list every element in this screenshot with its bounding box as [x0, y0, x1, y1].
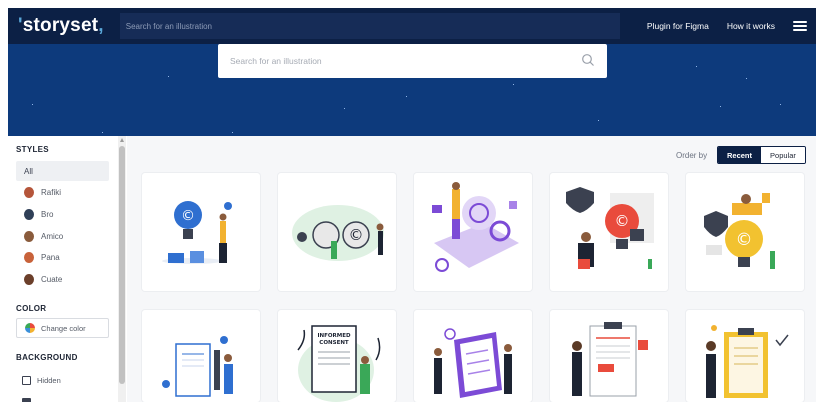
- background-icon: [22, 398, 31, 402]
- illustration-card[interactable]: [550, 310, 668, 402]
- style-label: Bro: [41, 209, 54, 219]
- illustration-card[interactable]: [142, 310, 260, 402]
- style-bro[interactable]: Bro: [16, 204, 109, 224]
- logo[interactable]: 'storyset,: [18, 15, 104, 37]
- illustration-card[interactable]: ©: [686, 173, 804, 291]
- document-review-illustration: [572, 322, 648, 397]
- hidden-background-icon: [22, 376, 31, 385]
- style-cuate[interactable]: Cuate: [16, 269, 109, 289]
- svg-text:CONSENT: CONSENT: [319, 340, 349, 346]
- illustration-card[interactable]: [414, 173, 532, 291]
- copyright-bulb-illustration: ©: [162, 201, 232, 264]
- illustration-card[interactable]: [414, 310, 532, 402]
- copyright-lock-illustration: ©: [566, 187, 654, 269]
- app-frame: 'storyset, Search for an illustration Pl…: [0, 0, 819, 402]
- illustration-card[interactable]: INFORMED CONSENT: [278, 310, 396, 402]
- hero-banner: Search for an illustration: [8, 44, 816, 136]
- copyright-security-illustration: ©: [704, 193, 775, 269]
- style-label: All: [24, 166, 33, 176]
- illustration-card[interactable]: ©: [142, 173, 260, 291]
- style-label: Rafiki: [41, 187, 62, 197]
- style-pana[interactable]: Pana: [16, 247, 109, 267]
- signed-contract-illustration: [706, 325, 789, 398]
- style-label: Cuate: [41, 274, 63, 284]
- informed-consent-illustration: INFORMED CONSENT: [297, 325, 381, 402]
- background-hidden-label: Hidden: [37, 376, 61, 385]
- hero-search-input[interactable]: Search for an illustration: [218, 44, 607, 78]
- color-palette-icon: [25, 323, 35, 333]
- background-option-2[interactable]: [22, 398, 37, 402]
- change-color-label: Change color: [41, 323, 86, 333]
- pana-avatar-icon: [24, 251, 34, 263]
- scroll-up-arrow-icon[interactable]: [120, 138, 124, 142]
- bro-avatar-icon: [24, 208, 34, 220]
- intellectual-property-illustration: [432, 182, 519, 272]
- background-hidden-option[interactable]: Hidden: [22, 376, 61, 385]
- nav-search-placeholder: Search for an illustration: [125, 21, 212, 31]
- order-recent-button[interactable]: Recent: [718, 147, 762, 163]
- nav-search-input[interactable]: Search for an illustration: [119, 13, 620, 39]
- svg-text:©: ©: [615, 212, 630, 230]
- menu-icon[interactable]: [793, 21, 807, 31]
- style-label: Pana: [41, 252, 60, 262]
- change-color-button[interactable]: Change color: [16, 318, 109, 338]
- svg-text:©: ©: [736, 230, 753, 250]
- order-toggle: Recent Popular: [717, 146, 806, 164]
- background-heading: BACKGROUND: [16, 353, 78, 362]
- top-nav: 'storyset, Search for an illustration Pl…: [8, 8, 816, 44]
- rafiki-avatar-icon: [24, 186, 34, 198]
- nav-link-how-it-works[interactable]: How it works: [727, 21, 775, 31]
- order-popular-button[interactable]: Popular: [761, 147, 805, 163]
- svg-text:INFORMED: INFORMED: [317, 333, 351, 339]
- color-heading: COLOR: [16, 304, 47, 313]
- amico-avatar-icon: [24, 230, 34, 242]
- clipboard-checklist-illustration: [434, 328, 512, 398]
- sidebar-scroll-thumb[interactable]: [119, 146, 125, 384]
- illustration-card[interactable]: [686, 310, 804, 402]
- nav-link-figma-plugin[interactable]: Plugin for Figma: [647, 21, 709, 31]
- style-rafiki[interactable]: Rafiki: [16, 182, 109, 202]
- style-label: Amico: [41, 231, 64, 241]
- hero-search-placeholder: Search for an illustration: [230, 56, 322, 66]
- filters-sidebar: STYLES All Rafiki Bro Amico Pana Cuate C…: [8, 136, 120, 402]
- order-by-label: Order by: [676, 151, 708, 160]
- search-icon[interactable]: [581, 53, 595, 67]
- cuate-avatar-icon: [24, 273, 34, 285]
- illustration-card[interactable]: ©: [278, 173, 396, 291]
- style-all[interactable]: All: [16, 161, 109, 181]
- svg-text:©: ©: [181, 208, 195, 224]
- copyright-coins-illustration: ©: [292, 205, 384, 261]
- svg-text:©: ©: [349, 226, 364, 244]
- document-signing-illustration: [162, 336, 233, 397]
- styles-heading: STYLES: [16, 145, 49, 154]
- style-amico[interactable]: Amico: [16, 226, 109, 246]
- illustration-card[interactable]: ©: [550, 173, 668, 291]
